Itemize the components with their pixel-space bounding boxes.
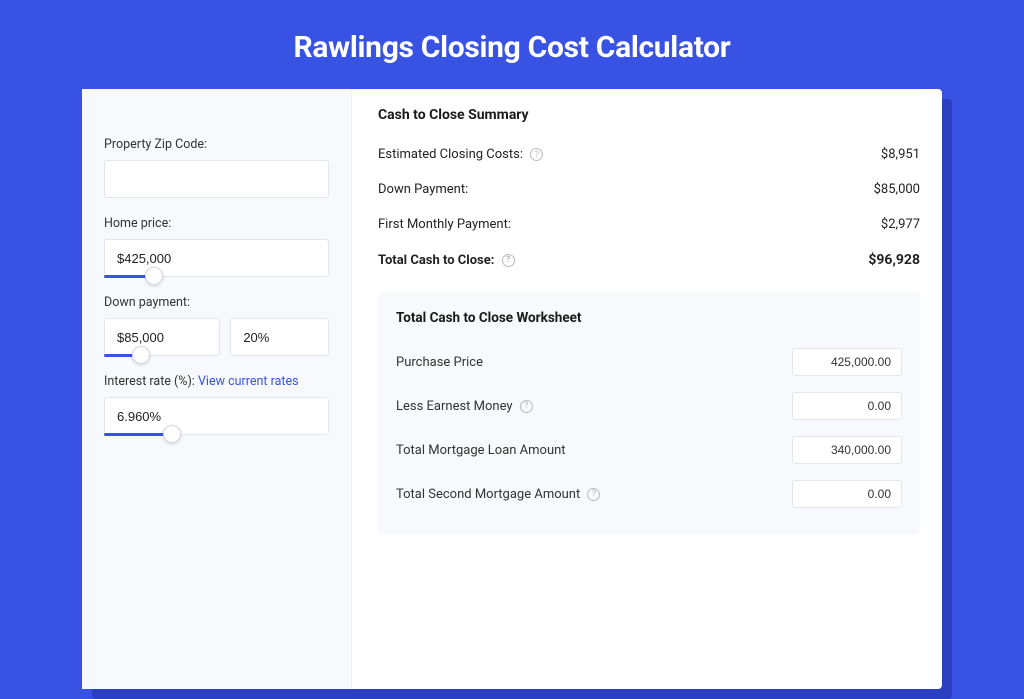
calculator-card: Property Zip Code: Home price: Down paym… <box>82 89 942 689</box>
summary-row: Estimated Closing Costs: ? $8,951 <box>378 137 920 172</box>
worksheet-label: Less Earnest Money <box>396 399 513 414</box>
down-payment-input[interactable] <box>104 318 220 356</box>
home-price-input[interactable] <box>104 239 329 277</box>
summary-total-label: Total Cash to Close: <box>378 253 494 268</box>
summary-value: $2,977 <box>881 217 920 232</box>
second-mortgage-input[interactable] <box>792 480 902 508</box>
zip-input[interactable] <box>104 160 329 198</box>
down-payment-label: Down payment: <box>104 295 329 310</box>
summary-total-value: $96,928 <box>868 252 920 268</box>
inputs-panel: Property Zip Code: Home price: Down paym… <box>82 89 352 689</box>
help-icon[interactable]: ? <box>502 254 515 267</box>
purchase-price-input[interactable] <box>792 348 902 376</box>
interest-rate-slider[interactable] <box>104 397 329 435</box>
help-icon[interactable]: ? <box>530 148 543 161</box>
earnest-money-input[interactable] <box>792 392 902 420</box>
view-rates-link[interactable]: View current rates <box>198 374 299 389</box>
worksheet-panel: Total Cash to Close Worksheet Purchase P… <box>378 292 920 534</box>
summary-value: $8,951 <box>881 147 920 162</box>
help-icon[interactable]: ? <box>587 488 600 501</box>
summary-label: First Monthly Payment: <box>378 217 511 232</box>
summary-heading: Cash to Close Summary <box>378 107 920 123</box>
results-panel: Cash to Close Summary Estimated Closing … <box>352 89 942 689</box>
mortgage-loan-input[interactable] <box>792 436 902 464</box>
summary-label: Down Payment: <box>378 182 468 197</box>
help-icon[interactable]: ? <box>520 400 533 413</box>
worksheet-row: Purchase Price <box>396 340 902 384</box>
interest-rate-label: Interest rate (%): View current rates <box>104 374 329 389</box>
zip-label: Property Zip Code: <box>104 137 329 152</box>
worksheet-row: Total Second Mortgage Amount ? <box>396 472 902 516</box>
summary-row: First Monthly Payment: $2,977 <box>378 207 920 242</box>
worksheet-heading: Total Cash to Close Worksheet <box>396 310 902 326</box>
interest-rate-input[interactable] <box>104 397 329 435</box>
home-price-label: Home price: <box>104 216 329 231</box>
summary-row: Down Payment: $85,000 <box>378 172 920 207</box>
summary-total-row: Total Cash to Close: ? $96,928 <box>378 242 920 278</box>
page-title: Rawlings Closing Cost Calculator <box>0 0 1024 89</box>
home-price-slider[interactable] <box>104 239 329 277</box>
worksheet-label: Total Mortgage Loan Amount <box>396 443 566 458</box>
down-payment-pct-input[interactable] <box>230 318 329 356</box>
summary-value: $85,000 <box>874 182 920 197</box>
worksheet-label: Total Second Mortgage Amount <box>396 487 580 502</box>
summary-label: Estimated Closing Costs: <box>378 147 523 162</box>
worksheet-row: Less Earnest Money ? <box>396 384 902 428</box>
interest-rate-label-text: Interest rate (%): <box>104 374 195 389</box>
worksheet-row: Total Mortgage Loan Amount <box>396 428 902 472</box>
down-payment-slider[interactable] <box>104 318 220 356</box>
worksheet-label: Purchase Price <box>396 355 483 370</box>
